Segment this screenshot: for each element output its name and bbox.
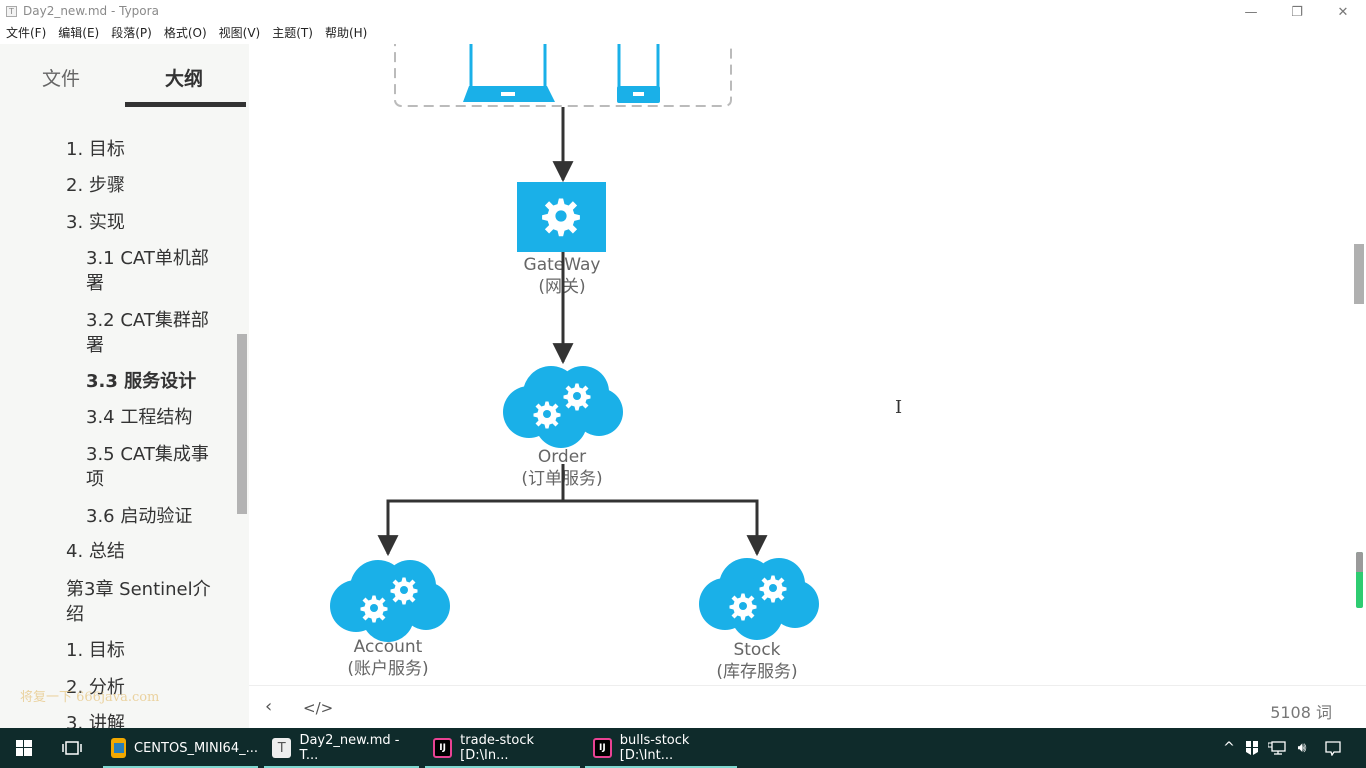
title-bar: T Day2_new.md - Typora — ❐ ✕ [0,0,1366,24]
outline-item[interactable]: 4. 总结 [66,539,216,564]
menu-format[interactable]: 格式(O) [164,24,207,44]
outline-item[interactable]: 3. 实现 [66,210,216,235]
taskbar-item-intellij-trade[interactable]: IJ trade-stock [D:\In... [425,728,580,768]
outline-item[interactable]: 3.5 CAT集成事项 [86,442,221,492]
status-footer: ‹ </> 5108 词 [249,685,1366,728]
editor-content[interactable]: GateWay (网关) Order (订单服务) Account (账户服务)… [249,44,1366,685]
outline-item-active[interactable]: 3.3 服务设计 [86,369,221,394]
outline-item[interactable]: 3. 讲解 [66,711,216,728]
gateway-gear-icon [542,198,580,237]
taskbar-item-label: bulls-stock [D:\Int... [619,733,690,763]
close-button[interactable]: ✕ [1320,0,1366,24]
outline-item[interactable]: 第3章 Sentinel介绍 [66,577,216,627]
outline-item[interactable]: 3.2 CAT集群部署 [86,308,221,358]
windows-start-icon[interactable] [8,728,40,768]
taskbar-item-label: trade-stock [D:\In... [460,733,535,763]
order-cloud-icon [503,366,623,448]
typora-window: T Day2_new.md - Typora — ❐ ✕ 文件(F) 编辑(E)… [0,0,1366,728]
taskbar-item-intellij-bulls[interactable]: IJ bulls-stock [D:\Int... [585,728,737,768]
outline-item[interactable]: 3.4 工程结构 [86,405,221,430]
scroll-position-indicator-top [1356,552,1363,572]
active-tab-indicator [125,102,246,107]
menu-bar: 文件(F) 编辑(E) 段落(P) 格式(O) 视图(V) 主题(T) 帮助(H… [0,24,1366,44]
volume-icon[interactable]: 🔊︎ [1292,728,1312,768]
intellij-icon: IJ [593,738,612,758]
action-center-icon[interactable] [1322,728,1344,768]
network-icon[interactable] [1266,728,1288,768]
toggle-sidebar-icon[interactable]: ‹ [265,696,272,717]
stock-label: Stock [733,640,780,660]
intellij-icon: IJ [433,738,453,758]
tab-outline[interactable]: 大纲 [165,64,203,91]
taskbar-item-label: CENTOS_MINI64_... [134,740,258,756]
account-cloud-icon [330,560,450,642]
sidebar-scrollbar[interactable] [237,334,247,514]
outline-item[interactable]: 1. 目标 [66,137,216,162]
stock-sublabel: (库存服务) [716,662,797,682]
tab-files[interactable]: 文件 [42,64,80,91]
taskbar-item-label: Day2_new.md - T... [299,733,400,763]
account-label: Account [354,637,423,657]
menu-file[interactable]: 文件(F) [6,24,46,44]
minimize-button[interactable]: — [1228,0,1274,24]
phone-icon [617,44,660,103]
client-devices-box [394,44,732,107]
text-cursor-icon: I [895,397,903,418]
outline-item[interactable]: 3.6 启动验证 [86,504,221,529]
account-sublabel: (账户服务) [347,659,428,679]
outline-item[interactable]: 3.1 CAT单机部署 [86,246,221,296]
architecture-diagram: GateWay (网关) Order (订单服务) Account (账户服务)… [249,44,1366,682]
source-code-mode-icon[interactable]: </> [303,699,333,717]
arrow-order-stock [563,499,768,557]
window-title: Day2_new.md - Typora [23,4,159,18]
laptop-icon [463,44,555,102]
windows-taskbar: CENTOS_MINI64_... T Day2_new.md - T... I… [0,728,1366,768]
watermark: 将复一下 666java.com [20,690,160,705]
taskbar-item-typora[interactable]: T Day2_new.md - T... [264,728,419,768]
word-count[interactable]: 5108 词 [1270,699,1332,723]
show-hidden-icons-chevron-icon[interactable]: ^ [1220,728,1238,768]
typora-app-icon: T [6,6,17,17]
menu-paragraph[interactable]: 段落(P) [111,24,152,44]
taskbar-item-vmware[interactable]: CENTOS_MINI64_... [103,728,258,768]
stock-cloud-icon [699,558,819,640]
sidebar: 文件 大纲 1. 目标 2. 步骤 3. 实现 3.1 CAT单机部署 3.2 … [0,44,249,728]
outline-item[interactable]: 2. 步骤 [66,173,216,198]
task-view-icon[interactable] [56,728,88,768]
menu-edit[interactable]: 编辑(E) [58,24,99,44]
outline-item[interactable]: 1. 目标 [66,638,216,663]
menu-help[interactable]: 帮助(H) [325,24,367,44]
menu-theme[interactable]: 主题(T) [272,24,313,44]
vmware-icon [111,738,126,758]
security-shield-icon[interactable] [1243,728,1261,768]
editor-scrollbar-thumb[interactable] [1354,244,1364,304]
restore-button[interactable]: ❐ [1274,0,1320,24]
typora-icon: T [272,738,292,758]
menu-view[interactable]: 视图(V) [219,24,261,44]
